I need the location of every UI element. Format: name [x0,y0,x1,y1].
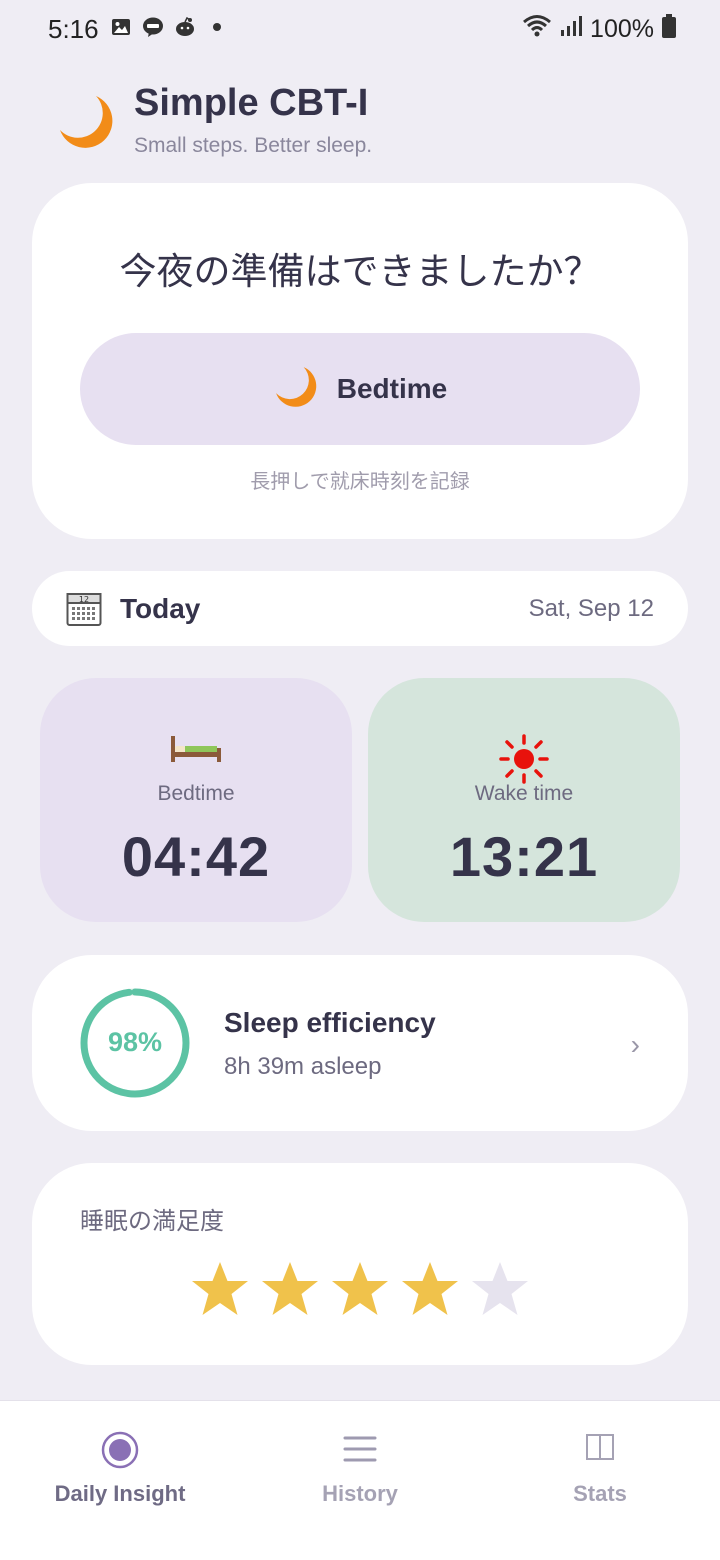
satisfaction-label: 睡眠の満足度 [80,1208,224,1235]
today-label: Today [120,593,201,624]
gallery-icon [110,16,132,38]
battery-icon [662,14,676,45]
crescent-moon-icon [273,364,319,415]
bedtime-value: 04:42 [121,825,271,888]
sun-icon [368,734,680,784]
battery-percent: 100% [590,15,654,43]
reddit-icon [174,16,196,38]
line-app-icon [142,16,164,38]
wake-time-tile[interactable]: Wake time 13:21 [368,678,680,922]
stats-icon [480,1431,720,1463]
star-filled-icon[interactable] [260,1259,320,1319]
more-notifications-dot-icon [206,16,228,38]
nav-daily-insight[interactable]: Daily Insight [0,1401,240,1560]
wifi-icon [522,14,552,45]
today-date: Sat, Sep 12 [528,595,654,622]
nav-history[interactable]: History [240,1401,480,1560]
efficiency-percent: 98% [107,1027,163,1057]
calendar-icon: 12 [66,591,102,627]
app-subtitle: Small steps. Better sleep. [134,134,373,157]
nav-label-history: History [322,1481,398,1506]
chevron-right-icon: › [630,1029,640,1060]
sleep-satisfaction-card: 睡眠の満足度 [32,1163,688,1365]
star-filled-icon[interactable] [190,1259,250,1319]
bedtime-prompt-card: 今夜の準備はできましたか？ Bedtime 長押しで就床時刻を記録 [32,183,688,539]
status-bar: 5:16 100% [0,0,720,60]
star-filled-icon[interactable] [330,1259,390,1319]
star-empty-icon[interactable] [470,1259,530,1319]
svg-text:12: 12 [79,595,89,604]
crescent-moon-icon [56,92,116,152]
daily-insight-icon [0,1431,240,1469]
app-title: Simple CBT-I [134,82,369,124]
wake-time-value: 13:21 [449,825,599,888]
long-press-hint: 長押しで就床時刻を記録 [250,471,470,493]
bed-icon [40,734,352,764]
efficiency-title: Sleep efficiency [224,1007,436,1038]
sleep-efficiency-card[interactable]: 98% Sleep efficiency 8h 39m asleep › [32,955,688,1131]
signal-icon [560,15,583,44]
bedtime-button[interactable]: Bedtime [80,333,640,445]
prompt-question: 今夜の準備はできましたか？ [119,251,601,292]
nav-stats[interactable]: Stats [480,1401,720,1560]
bottom-navigation: Daily Insight History Stats [0,1400,720,1560]
status-right: 100% [522,14,676,45]
bedtime-label: Bedtime [157,782,235,805]
star-rating[interactable] [32,1259,688,1319]
efficiency-asleep: 8h 39m asleep [224,1053,382,1080]
wake-time-label: Wake time [474,782,574,805]
star-filled-icon[interactable] [400,1259,460,1319]
status-notification-icons [110,16,228,38]
bedtime-tile[interactable]: Bedtime 04:42 [40,678,352,922]
bedtime-button-label: Bedtime [336,373,448,404]
nav-label-stats: Stats [573,1481,627,1506]
status-time: 5:16 [48,14,99,44]
nav-label-daily-insight: Daily Insight [54,1481,186,1506]
history-icon [240,1431,480,1467]
today-row[interactable]: 12 Today Sat, Sep 12 [32,571,688,646]
